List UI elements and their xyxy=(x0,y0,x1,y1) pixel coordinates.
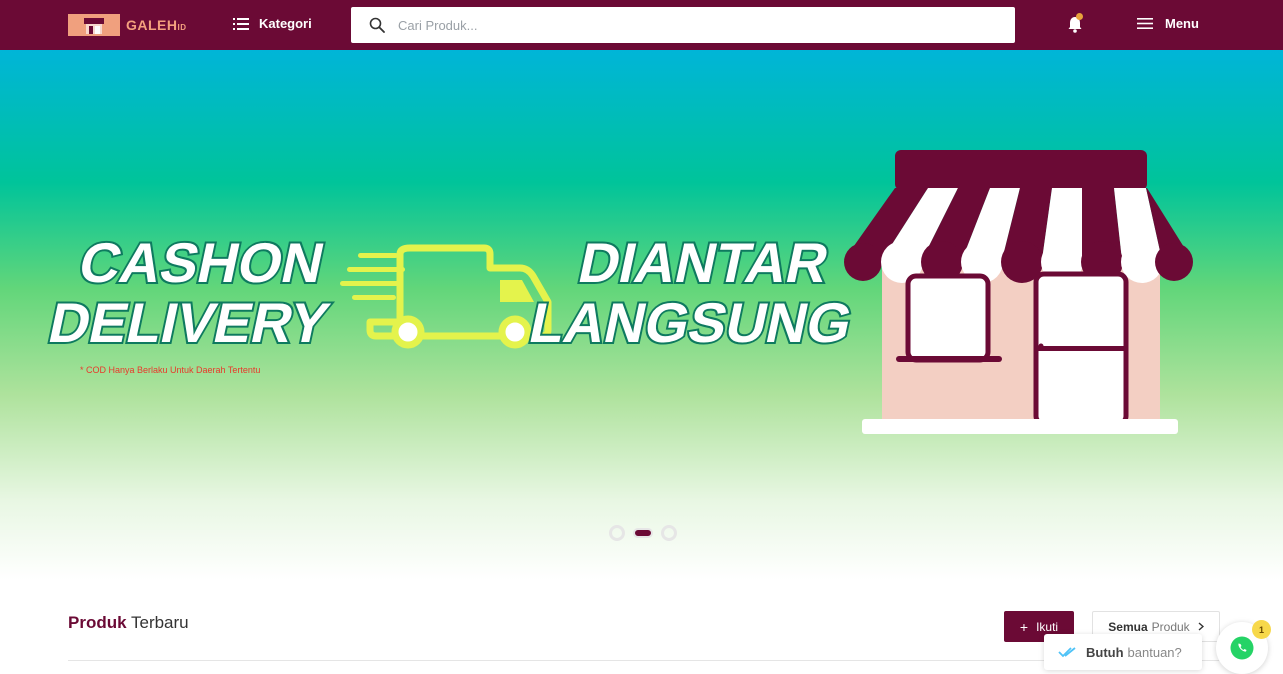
kategori-label: Kategori xyxy=(259,16,312,31)
whatsapp-badge: 1 xyxy=(1252,620,1271,639)
section-title: Produk Terbaru xyxy=(68,613,189,633)
help-label-rest: bantuan? xyxy=(1127,644,1182,660)
follow-label: Ikuti xyxy=(1036,619,1059,634)
hero-banner[interactable]: CASHON DELIVERY * COD Hanya Berlaku Untu… xyxy=(0,50,1283,580)
cod-disclaimer: * COD Hanya Berlaku Untuk Daerah Tertent… xyxy=(80,365,260,375)
brand-logo[interactable]: GALEHID xyxy=(68,14,187,36)
headline-langsung: LANGSUNG xyxy=(524,292,858,354)
headline-diantar: DIANTAR xyxy=(573,232,834,294)
carousel-indicators xyxy=(609,525,685,541)
help-chat-button[interactable]: Butuh bantuan? xyxy=(1044,634,1202,670)
help-label-bold: Butuh xyxy=(1086,644,1124,660)
whatsapp-icon xyxy=(1230,636,1254,660)
diantar-langsung-headline: DIANTAR LANGSUNG xyxy=(522,230,860,356)
search-icon xyxy=(369,17,385,33)
notification-dot xyxy=(1076,13,1083,20)
headline-cashon: CASHON xyxy=(74,232,330,294)
chevron-right-icon xyxy=(1198,622,1204,631)
section-title-rest: Terbaru xyxy=(130,613,189,632)
brand-name: GALEHID xyxy=(126,17,187,33)
plus-icon: + xyxy=(1019,618,1029,635)
storefront-icon xyxy=(844,150,1193,434)
hamburger-icon xyxy=(1137,18,1153,29)
all-products-bold: Semua xyxy=(1108,619,1148,634)
banner-artwork: CASHON DELIVERY * COD Hanya Berlaku Untu… xyxy=(41,150,1193,434)
delivery-truck-icon xyxy=(340,244,552,349)
menu-label: Menu xyxy=(1165,16,1199,31)
search-bar[interactable] xyxy=(351,7,1015,43)
cashon-delivery-headline: CASHON DELIVERY xyxy=(41,230,336,356)
double-check-icon xyxy=(1058,647,1076,658)
kategori-button[interactable]: Kategori xyxy=(233,16,312,31)
search-input[interactable] xyxy=(398,17,978,33)
carousel-dot-1[interactable] xyxy=(609,525,625,541)
headline-delivery: DELIVERY xyxy=(43,292,334,354)
carousel-dot-2[interactable] xyxy=(633,528,653,538)
section-title-bold: Produk xyxy=(68,613,127,632)
store-logo-icon xyxy=(68,14,120,36)
menu-button[interactable]: Menu xyxy=(1137,16,1199,31)
brand-suffix: ID xyxy=(177,23,187,32)
carousel-dot-3[interactable] xyxy=(661,525,677,541)
notification-button[interactable] xyxy=(1067,13,1083,38)
list-icon xyxy=(233,17,249,30)
top-navbar: GALEHID Kategori Menu xyxy=(0,0,1283,50)
all-products-rest: Produk xyxy=(1151,619,1190,634)
